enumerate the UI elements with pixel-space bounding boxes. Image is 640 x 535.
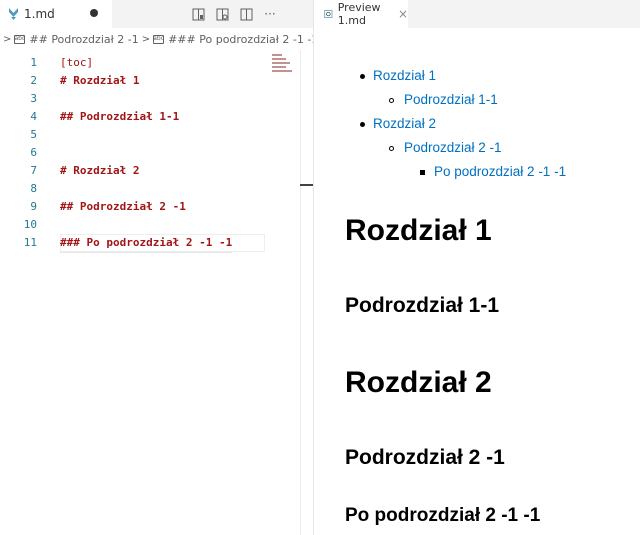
breadcrumb-item[interactable]: ## Podrozdział 2 -1 bbox=[29, 33, 138, 46]
minimap-line bbox=[272, 58, 286, 60]
preview-heading-h2: Podrozdział 1-1 bbox=[345, 294, 500, 317]
toc-link[interactable]: Po podrozdział 2 -1 -1 bbox=[434, 164, 566, 179]
toc-link[interactable]: Podrozdział 1-1 bbox=[404, 92, 498, 107]
markdown-icon bbox=[9, 8, 18, 20]
editor-tab-bar: 1.md ··· bbox=[0, 0, 313, 28]
split-editor-button[interactable] bbox=[234, 5, 258, 23]
code-line[interactable]: 4 ## Podrozdział 1-1 bbox=[0, 108, 300, 126]
toc-link[interactable]: Rozdział 2 bbox=[373, 116, 436, 131]
code-line-current[interactable]: 11 ### Po podrozdział 2 -1 -1 bbox=[0, 234, 300, 253]
preview-tab-bar: Preview 1.md × bbox=[314, 0, 640, 28]
toc-link[interactable]: Rozdział 1 bbox=[373, 68, 436, 83]
preview-heading-h1: Rozdział 1 bbox=[345, 214, 492, 247]
line-text: ## Podrozdział 1-1 bbox=[60, 110, 180, 123]
code-line[interactable]: 6 bbox=[0, 144, 300, 162]
preview-pane: Preview 1.md × Rozdział 1 Podrozdział 1-… bbox=[313, 0, 640, 535]
symbol-string-icon: abc bbox=[153, 34, 165, 44]
editor-tab[interactable]: 1.md bbox=[0, 0, 112, 28]
line-text: [toc] bbox=[60, 56, 94, 69]
code-line[interactable]: 9 ## Podrozdział 2 -1 bbox=[0, 198, 300, 216]
minimap-line bbox=[272, 62, 290, 64]
code-line[interactable]: 2 # Rozdział 1 bbox=[0, 72, 300, 90]
close-icon[interactable]: × bbox=[398, 7, 408, 21]
preview-heading-h2: Podrozdział 2 -1 bbox=[345, 446, 505, 469]
code-line[interactable]: 1 [toc] bbox=[0, 54, 300, 72]
table-of-contents: Rozdział 1 Podrozdział 1-1 Rozdział 2 Po… bbox=[344, 64, 566, 184]
bullet-icon bbox=[420, 170, 425, 175]
open-preview-button[interactable] bbox=[210, 5, 234, 23]
code-line[interactable]: 3 bbox=[0, 90, 300, 108]
editor-actions: ··· bbox=[186, 5, 282, 23]
scrollbar-cursor-marker bbox=[300, 184, 313, 186]
line-number: 3 bbox=[30, 92, 37, 105]
code-line[interactable]: 5 bbox=[0, 126, 300, 144]
toc-item: Rozdział 2 bbox=[344, 112, 566, 136]
split-editor-icon bbox=[240, 8, 252, 20]
line-number: 6 bbox=[30, 146, 37, 159]
line-number: 5 bbox=[30, 128, 37, 141]
minimap-line bbox=[272, 66, 286, 68]
toc-item: Podrozdział 2 -1 bbox=[344, 136, 566, 160]
toc-item: Rozdział 1 bbox=[344, 64, 566, 88]
line-number: 10 bbox=[23, 218, 37, 231]
symbol-string-icon: abc bbox=[14, 34, 26, 44]
line-number: 1 bbox=[30, 56, 37, 69]
preview-tab-label: Preview 1.md bbox=[337, 1, 381, 27]
editor-pane: 1.md ··· > abc ## Podrozdział 2 -1 > abc… bbox=[0, 0, 313, 535]
code-line[interactable]: 7 # Rozdział 2 bbox=[0, 162, 300, 180]
preview-tab[interactable]: Preview 1.md × bbox=[314, 0, 408, 28]
unsaved-dot-icon[interactable] bbox=[90, 9, 98, 17]
line-number: 4 bbox=[30, 110, 37, 123]
code-line[interactable]: 8 bbox=[0, 180, 300, 198]
code-line[interactable]: 10 bbox=[0, 216, 300, 234]
chevron-right-icon: > bbox=[3, 33, 12, 45]
editor-scrollbar[interactable] bbox=[300, 50, 313, 535]
breadcrumb-item[interactable]: ### Po podrozdział 2 -1 -1 bbox=[168, 33, 313, 46]
line-number: 11 bbox=[23, 236, 37, 249]
preview-heading-h3: Po podrozdział 2 -1 -1 bbox=[345, 505, 541, 526]
line-text: # Rozdział 2 bbox=[60, 164, 140, 177]
bullet-icon bbox=[389, 98, 394, 103]
line-number: 2 bbox=[30, 74, 37, 87]
editor-tab-label: 1.md bbox=[24, 7, 55, 21]
toc-item: Po podrozdział 2 -1 -1 bbox=[344, 160, 566, 184]
preview-side-icon bbox=[192, 8, 204, 20]
line-number: 7 bbox=[30, 164, 37, 177]
bullet-icon bbox=[389, 146, 394, 151]
chevron-right-icon: > bbox=[141, 33, 151, 45]
line-number: 9 bbox=[30, 200, 37, 213]
minimap-line bbox=[272, 54, 282, 56]
bullet-icon bbox=[360, 74, 365, 79]
code-area[interactable]: 1 [toc] 2 # Rozdział 1 3 4 ## Podrozdział 1… bbox=[0, 54, 300, 253]
line-number: 8 bbox=[30, 182, 37, 195]
minimap-line bbox=[272, 70, 292, 72]
minimap[interactable] bbox=[272, 54, 300, 80]
toc-link[interactable]: Podrozdział 2 -1 bbox=[404, 140, 502, 155]
line-text: ### Po podrozdział 2 -1 -1 bbox=[60, 234, 233, 253]
breadcrumb: > abc ## Podrozdział 2 -1 > abc ### Po p… bbox=[0, 28, 313, 50]
preview-heading-h1: Rozdział 2 bbox=[345, 366, 492, 399]
open-preview-side-button[interactable] bbox=[186, 5, 210, 23]
more-actions-button[interactable]: ··· bbox=[258, 5, 282, 23]
bullet-icon bbox=[360, 122, 365, 127]
line-text: # Rozdział 1 bbox=[60, 74, 140, 87]
preview-search-icon bbox=[324, 9, 333, 19]
toc-item: Podrozdział 1-1 bbox=[344, 88, 566, 112]
preview-icon bbox=[216, 8, 228, 20]
line-text: ## Podrozdział 2 -1 bbox=[60, 200, 186, 213]
